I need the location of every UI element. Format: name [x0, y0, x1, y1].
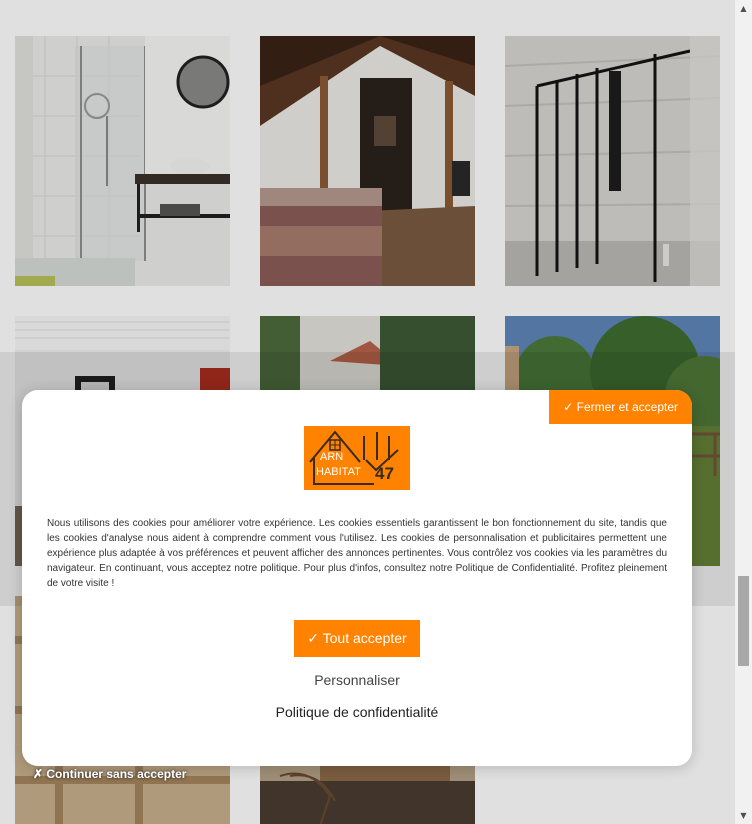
page-scrollbar[interactable]: ▲ ▼ — [735, 0, 752, 824]
svg-text:47: 47 — [375, 464, 394, 483]
scroll-down-arrow-icon[interactable]: ▼ — [735, 807, 752, 824]
scroll-up-arrow-icon[interactable]: ▲ — [735, 0, 752, 17]
cookie-notice-text: Nous utilisons des cookies pour améliore… — [47, 518, 667, 589]
continue-without-accepting-link[interactable]: ✗ Continuer sans accepter — [33, 767, 186, 781]
accept-all-button[interactable]: ✓ Tout accepter — [294, 620, 420, 657]
scroll-thumb[interactable] — [738, 576, 749, 666]
svg-text:HABITAT: HABITAT — [316, 466, 361, 478]
privacy-policy-link[interactable]: Politique de confidentialité — [22, 704, 692, 720]
svg-text:ARN: ARN — [320, 451, 343, 463]
cookie-consent-modal: ✓ Fermer et accepter ARN HABITAT 47 Nous… — [22, 390, 692, 766]
company-logo: ARN HABITAT 47 — [304, 426, 410, 490]
customize-link[interactable]: Personnaliser — [22, 672, 692, 688]
close-and-accept-button[interactable]: ✓ Fermer et accepter — [549, 390, 692, 424]
